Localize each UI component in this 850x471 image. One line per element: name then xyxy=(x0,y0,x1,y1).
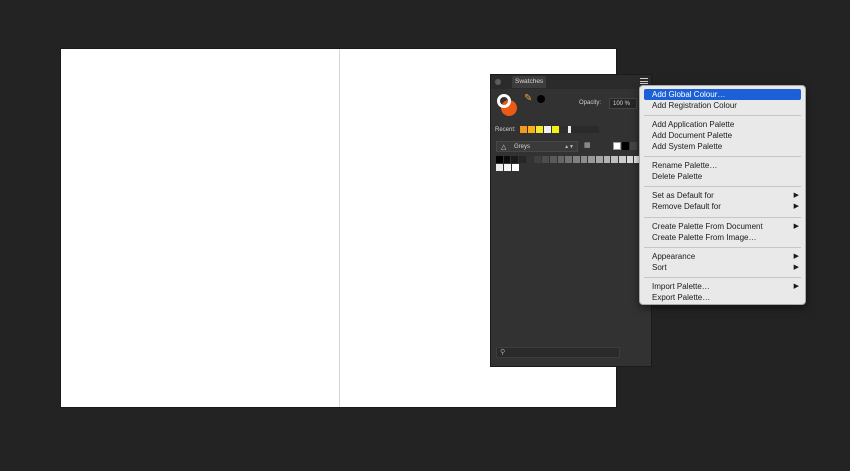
recent-swatch[interactable] xyxy=(528,126,535,133)
palette-swatch[interactable] xyxy=(504,164,511,171)
menu-item[interactable]: Add Registration Colour xyxy=(644,100,801,111)
palette-swatch[interactable] xyxy=(619,156,626,163)
opacity-input[interactable]: 100 % xyxy=(609,98,637,109)
menu-separator xyxy=(644,277,801,278)
stroke-colour-swatch[interactable] xyxy=(497,94,511,108)
palette-swatch[interactable] xyxy=(496,156,503,163)
menu-item-label: Delete Palette xyxy=(652,172,703,181)
menu-item[interactable]: Delete Palette xyxy=(644,171,801,182)
menu-item[interactable]: Add System Palette xyxy=(644,141,801,152)
search-input[interactable]: ⚲ xyxy=(496,347,620,358)
tab-swatches[interactable]: Swatches xyxy=(512,76,547,88)
palette-swatch[interactable] xyxy=(588,156,595,163)
palette-swatch[interactable] xyxy=(512,164,519,171)
menu-item[interactable]: Import Palette… ▶ xyxy=(644,281,801,292)
palette-swatch[interactable] xyxy=(603,156,611,163)
palette-swatch[interactable] xyxy=(519,156,526,163)
palette-swatch[interactable] xyxy=(557,156,565,163)
menu-item-label: Import Palette… xyxy=(652,282,710,291)
menu-item-label: Export Palette… xyxy=(652,293,711,302)
search-icon: ⚲ xyxy=(500,349,506,356)
recent-swatch[interactable] xyxy=(560,126,567,133)
menu-item-label: Remove Default for xyxy=(652,202,721,211)
menu-item[interactable]: Export Palette… xyxy=(644,292,801,303)
page-divider xyxy=(339,49,340,407)
palette-swatch[interactable] xyxy=(595,156,603,163)
dark-gray-swatch[interactable] xyxy=(630,142,637,150)
palette-name: Greys xyxy=(514,144,531,150)
palette-swatch[interactable] xyxy=(496,164,503,171)
palette-swatch[interactable] xyxy=(611,156,618,163)
menu-item-label: Rename Palette… xyxy=(652,161,718,170)
menu-item-label: Create Palette From Document xyxy=(652,222,763,231)
submenu-arrow-icon: ▶ xyxy=(793,264,799,271)
submenu-arrow-icon: ▶ xyxy=(793,192,799,199)
palette-swatch[interactable] xyxy=(572,156,580,163)
palette-swatch[interactable] xyxy=(526,156,534,163)
menu-item[interactable]: Set as Default for ▶ xyxy=(644,190,801,201)
menu-item[interactable]: Add Global Colour… xyxy=(644,89,801,100)
black-swatch[interactable] xyxy=(622,142,629,150)
colour-picker-icon[interactable]: ✎ xyxy=(524,93,532,104)
menu-item-label: Add Global Colour… xyxy=(652,90,726,99)
recent-swatch[interactable] xyxy=(552,126,559,133)
no-fill-icon[interactable] xyxy=(613,142,621,150)
submenu-arrow-icon: ▶ xyxy=(793,223,799,230)
submenu-arrow-icon: ▶ xyxy=(793,203,799,210)
menu-item[interactable]: Appearance ▶ xyxy=(644,251,801,262)
palette-swatch[interactable] xyxy=(534,156,542,163)
menu-item[interactable]: Rename Palette… xyxy=(644,160,801,171)
menu-item[interactable]: Create Palette From Image… xyxy=(644,232,801,243)
palette-swatch[interactable] xyxy=(580,156,588,163)
palette-swatch[interactable] xyxy=(542,156,549,163)
recent-swatch[interactable] xyxy=(544,126,551,133)
menu-item-label: Add System Palette xyxy=(652,142,723,151)
swatches-panel: Swatches ✎ Opacity: 100 % Recent: △ Grey… xyxy=(490,74,652,367)
menu-item[interactable]: Sort ▶ xyxy=(644,262,801,273)
menu-separator xyxy=(644,247,801,248)
menu-item[interactable]: Add Application Palette xyxy=(644,119,801,130)
menu-separator xyxy=(644,115,801,116)
menu-item-label: Add Registration Colour xyxy=(652,101,737,110)
view-options-icon[interactable]: ▦ xyxy=(584,141,594,151)
menu-item[interactable]: Remove Default for ▶ xyxy=(644,201,801,212)
palette-select[interactable]: △ Greys ▲▼ xyxy=(496,141,578,152)
recent-swatch[interactable] xyxy=(536,126,543,133)
menu-separator xyxy=(644,156,801,157)
panel-header: Swatches xyxy=(491,75,651,89)
palette-type-icon: △ xyxy=(501,144,507,151)
submenu-arrow-icon: ▶ xyxy=(793,283,799,290)
palette-swatch[interactable] xyxy=(626,156,634,163)
palette-swatch[interactable] xyxy=(503,156,511,163)
black-colour-icon[interactable] xyxy=(537,95,545,103)
recent-swatches xyxy=(520,126,575,133)
opacity-label: Opacity: xyxy=(579,100,602,106)
palette-context-menu: Add Global Colour… Add Registration Colou… xyxy=(639,85,806,305)
recent-swatch[interactable] xyxy=(520,126,527,133)
menu-item-label: Sort xyxy=(652,263,667,272)
menu-item[interactable]: Add Document Palette xyxy=(644,130,801,141)
submenu-arrow-icon: ▶ xyxy=(793,253,799,260)
recent-label: Recent: xyxy=(495,127,516,133)
menu-separator xyxy=(644,186,801,187)
menu-item[interactable]: Create Palette From Document ▶ xyxy=(644,221,801,232)
menu-item-label: Create Palette From Image… xyxy=(652,233,757,242)
recent-empty-strip xyxy=(571,126,599,133)
menu-item-label: Add Application Palette xyxy=(652,120,735,129)
menu-separator xyxy=(644,217,801,218)
menu-item-label: Appearance xyxy=(652,252,696,261)
close-icon[interactable] xyxy=(495,79,501,85)
palette-swatch[interactable] xyxy=(511,156,519,163)
palette-swatch[interactable] xyxy=(565,156,572,163)
grays-palette-grid xyxy=(496,156,642,172)
chevron-updown-icon: ▲▼ xyxy=(564,144,574,150)
colour-well[interactable] xyxy=(497,94,519,116)
menu-item-label: Add Document Palette xyxy=(652,131,733,140)
palette-swatch[interactable] xyxy=(549,156,557,163)
menu-item-label: Set as Default for xyxy=(652,191,714,200)
